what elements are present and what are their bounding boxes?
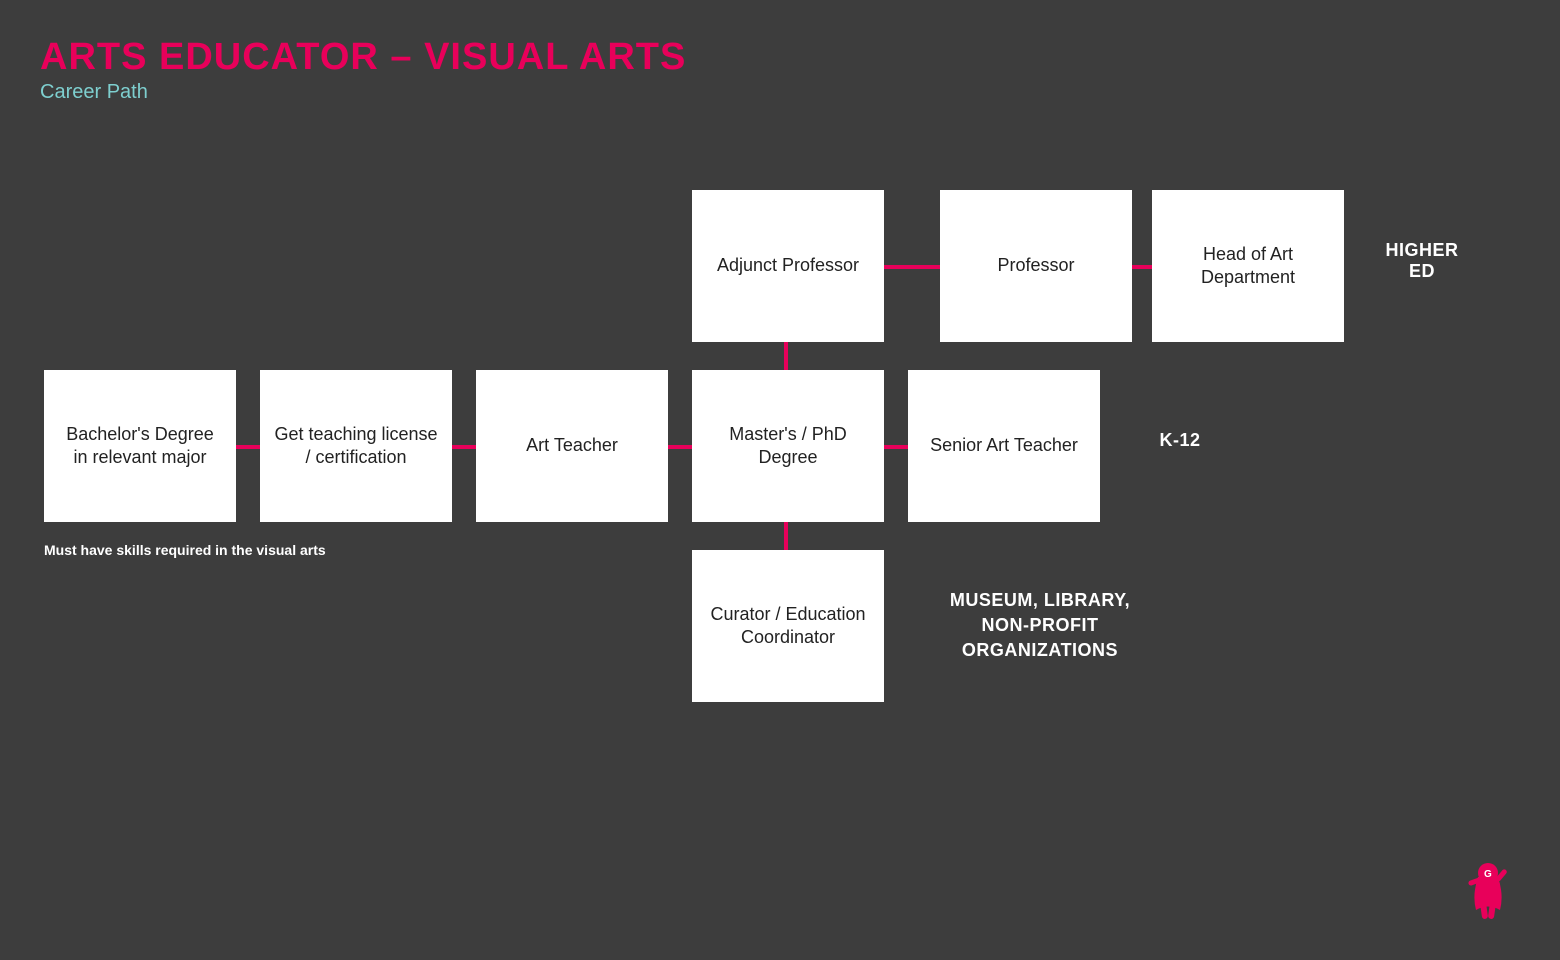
note-label: Must have skills required in the visual …	[44, 542, 326, 558]
connector-prof-head	[1132, 265, 1152, 269]
connector-bach-teach	[236, 445, 260, 449]
header: ARTS EDUCATOR – VISUAL ARTS Career Path	[0, 0, 1560, 112]
senior-art-teacher-box: Senior Art Teacher	[908, 370, 1100, 522]
bachelors-box: Bachelor's Degreein relevant major	[44, 370, 236, 522]
logo: G	[1456, 845, 1520, 930]
connector-adjunct-prof	[884, 265, 940, 269]
professor-box: Professor	[940, 190, 1132, 342]
masters-box: Master's / PhDDegree	[692, 370, 884, 522]
k12-label: K-12	[1130, 430, 1230, 451]
connector-teach-art	[452, 445, 476, 449]
higher-ed-label: HIGHERED	[1362, 240, 1482, 282]
teaching-license-box: Get teaching license/ certification	[260, 370, 452, 522]
connector-masters-down	[784, 522, 788, 550]
curator-box: Curator / EducationCoordinator	[692, 550, 884, 702]
adjunct-professor-box: Adjunct Professor	[692, 190, 884, 342]
logo-icon: G	[1456, 845, 1520, 925]
head-art-dept-box: Head of ArtDepartment	[1152, 190, 1344, 342]
sub-title: Career Path	[40, 81, 1520, 104]
art-teacher-box: Art Teacher	[476, 370, 668, 522]
connector-art-masters	[668, 445, 692, 449]
museum-label: MUSEUM, LIBRARY,NON-PROFITORGANIZATIONS	[920, 588, 1160, 664]
main-title: ARTS EDUCATOR – VISUAL ARTS	[40, 36, 1520, 79]
svg-text:G: G	[1484, 869, 1492, 880]
diagram-area: Bachelor's Degreein relevant major Get t…	[0, 130, 1560, 960]
connector-masters-senior	[884, 445, 908, 449]
